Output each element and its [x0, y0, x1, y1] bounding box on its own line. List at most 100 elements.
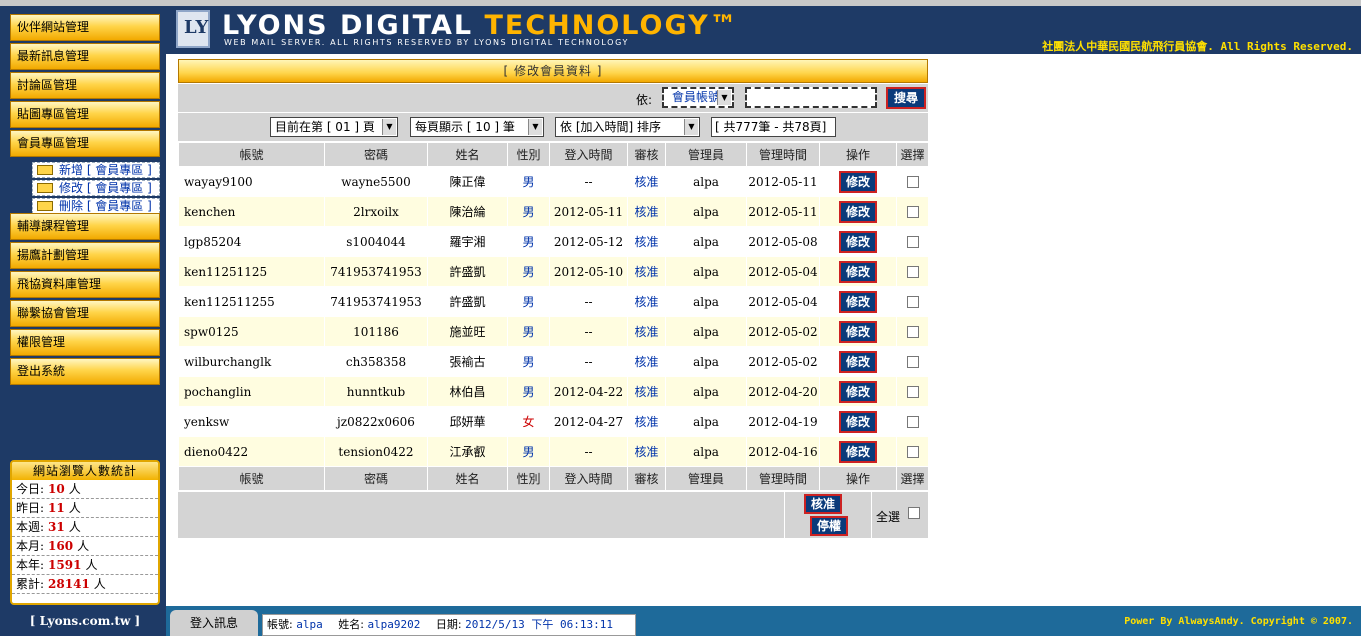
- search-button[interactable]: 搜尋: [886, 87, 926, 109]
- bulk-action-bar: 核准 停權 全選: [178, 492, 928, 538]
- sidebar-item-permissions[interactable]: 權限管理: [10, 329, 160, 356]
- sidebar-item-forum[interactable]: 討論區管理: [10, 72, 160, 99]
- select-all-checkbox[interactable]: [908, 507, 920, 519]
- cell-gender: 男: [507, 196, 550, 227]
- table-row: ken11251125 741953741953 許盛凱男 2012-05-10 核准 a…: [178, 256, 929, 287]
- stats-unit: 人: [93, 577, 106, 591]
- cell-name: 林伯昌: [427, 376, 508, 407]
- submenu-add-member[interactable]: 新增 [ 會員專區 ]: [32, 162, 160, 178]
- sidebar-item-eagle-plan[interactable]: 揚鷹計劃管理: [10, 242, 160, 269]
- cell-login-time: --: [549, 166, 628, 197]
- row-checkbox[interactable]: [906, 296, 919, 308]
- per-page-select[interactable]: 每頁顯示 [ 10 ] 筆 ▼: [410, 117, 544, 137]
- col-account: 帳號: [178, 466, 325, 491]
- edit-button[interactable]: 修改: [839, 260, 877, 283]
- search-label: 依:: [636, 93, 653, 107]
- edit-button[interactable]: 修改: [839, 290, 877, 313]
- row-checkbox[interactable]: [906, 386, 919, 398]
- stats-unit: 人: [77, 539, 90, 553]
- edit-button[interactable]: 修改: [839, 440, 877, 463]
- col-operation: 操作: [819, 466, 897, 491]
- col-review: 審核: [627, 466, 666, 491]
- stats-label: 本月:: [16, 539, 45, 553]
- cell-name: 張褕古: [427, 346, 508, 377]
- cell-login-time: --: [549, 436, 628, 467]
- col-gender: 性別: [507, 466, 550, 491]
- stats-row: 累計: 28141 人: [12, 575, 158, 594]
- cell-password: hunntkub: [324, 376, 428, 407]
- row-checkbox[interactable]: [906, 266, 919, 278]
- col-select: 選擇: [896, 466, 929, 491]
- edit-button[interactable]: 修改: [839, 200, 877, 223]
- cell-admin-time: 2012-05-11: [746, 196, 820, 227]
- cell-login-time: 2012-05-10: [549, 256, 628, 287]
- submenu-add-label: 新增 [ 會員專區 ]: [59, 163, 152, 177]
- cell-account: lgp85204: [178, 226, 325, 257]
- table-row: spw0125 101186 施並旺男 -- 核准 alpa 2012-05-02 修改: [178, 316, 929, 347]
- cell-account: yenksw: [178, 406, 325, 437]
- cell-name: 邱妍華: [427, 406, 508, 437]
- edit-button[interactable]: 修改: [839, 380, 877, 403]
- edit-button[interactable]: 修改: [839, 170, 877, 193]
- account-label: 帳號:: [267, 618, 293, 631]
- row-checkbox[interactable]: [906, 416, 919, 428]
- submenu-edit-member[interactable]: 修改 [ 會員專區 ]: [32, 180, 160, 196]
- cell-admin: alpa: [665, 196, 747, 227]
- sort-select[interactable]: 依 [加入時間] 排序 ▼: [555, 117, 700, 137]
- submenu-edit-label: 修改 [ 會員專區 ]: [59, 181, 152, 195]
- account-value: alpa: [296, 618, 323, 631]
- name-value: alpa9202: [367, 618, 421, 631]
- table-footer-header-row: 帳號 密碼 姓名 性別 登入時間 審核 管理員 管理時間 操作 選擇: [178, 466, 929, 491]
- header: LY LYONS DIGITAL TECHNOLOGY™ WEB MAIL SE…: [166, 0, 1361, 54]
- cell-login-time: --: [549, 346, 628, 377]
- table-row: ken112511255 741953741953 許盛凱男 -- 核准 alpa 2012…: [178, 286, 929, 317]
- edit-button[interactable]: 修改: [839, 320, 877, 343]
- row-checkbox[interactable]: [906, 236, 919, 248]
- edit-button[interactable]: 修改: [839, 410, 877, 433]
- row-checkbox[interactable]: [906, 176, 919, 188]
- sidebar-item-gallery[interactable]: 貼圖專區管理: [10, 101, 160, 128]
- powered-by: Power By AlwaysAndy. Copyright © 2007.: [1124, 616, 1353, 627]
- search-field-select[interactable]: 會員帳號 ▼: [662, 87, 734, 108]
- site-link[interactable]: [ Lyons.com.tw ]: [10, 614, 160, 628]
- table-row: lgp85204 s1004044 羅宇湘男 2012-05-12 核准 alpa 2012…: [178, 226, 929, 257]
- cell-review: 核准: [627, 436, 666, 467]
- suspend-button[interactable]: 停權: [810, 516, 848, 536]
- sidebar-item-contact[interactable]: 聯繫協會管理: [10, 300, 160, 327]
- search-input[interactable]: [745, 87, 877, 108]
- cell-operation: 修改: [819, 256, 897, 287]
- cell-review: 核准: [627, 196, 666, 227]
- approve-button[interactable]: 核准: [804, 494, 842, 514]
- row-checkbox[interactable]: [906, 446, 919, 458]
- row-checkbox[interactable]: [906, 356, 919, 368]
- edit-button[interactable]: 修改: [839, 350, 877, 373]
- cell-admin-time: 2012-04-20: [746, 376, 820, 407]
- row-checkbox[interactable]: [906, 206, 919, 218]
- stats-row: 本年: 1591 人: [12, 556, 158, 575]
- divider: [784, 492, 785, 538]
- tab-login-info[interactable]: 登入訊息: [170, 610, 258, 636]
- sidebar-item-members[interactable]: 會員專區管理: [10, 130, 160, 157]
- sidebar-item-partner-sites[interactable]: 伙伴網站管理: [10, 14, 160, 41]
- cell-password: tension0422: [324, 436, 428, 467]
- cell-login-time: 2012-05-12: [549, 226, 628, 257]
- sidebar-item-database[interactable]: 飛協資料庫管理: [10, 271, 160, 298]
- submenu-delete-member[interactable]: 刪除 [ 會員專區 ]: [32, 198, 160, 214]
- folder-icon: [37, 201, 53, 211]
- sidebar-item-news[interactable]: 最新訊息管理: [10, 43, 160, 70]
- sidebar-item-courses[interactable]: 輔導課程管理: [10, 213, 160, 240]
- cell-login-time: 2012-04-27: [549, 406, 628, 437]
- page-select[interactable]: 目前在第 [ 01 ] 頁 ▼: [270, 117, 398, 137]
- brand-subtitle: WEB MAIL SERVER. ALL RIGHTS RESERVED BY …: [224, 38, 629, 47]
- cell-admin-time: 2012-04-16: [746, 436, 820, 467]
- row-checkbox[interactable]: [906, 326, 919, 338]
- cell-operation: 修改: [819, 316, 897, 347]
- cell-operation: 修改: [819, 436, 897, 467]
- sidebar-item-logout[interactable]: 登出系統: [10, 358, 160, 385]
- edit-button[interactable]: 修改: [839, 230, 877, 253]
- cell-name: 許盛凱: [427, 256, 508, 287]
- cell-admin: alpa: [665, 406, 747, 437]
- cell-admin: alpa: [665, 436, 747, 467]
- name-label: 姓名:: [338, 618, 364, 631]
- cell-admin: alpa: [665, 166, 747, 197]
